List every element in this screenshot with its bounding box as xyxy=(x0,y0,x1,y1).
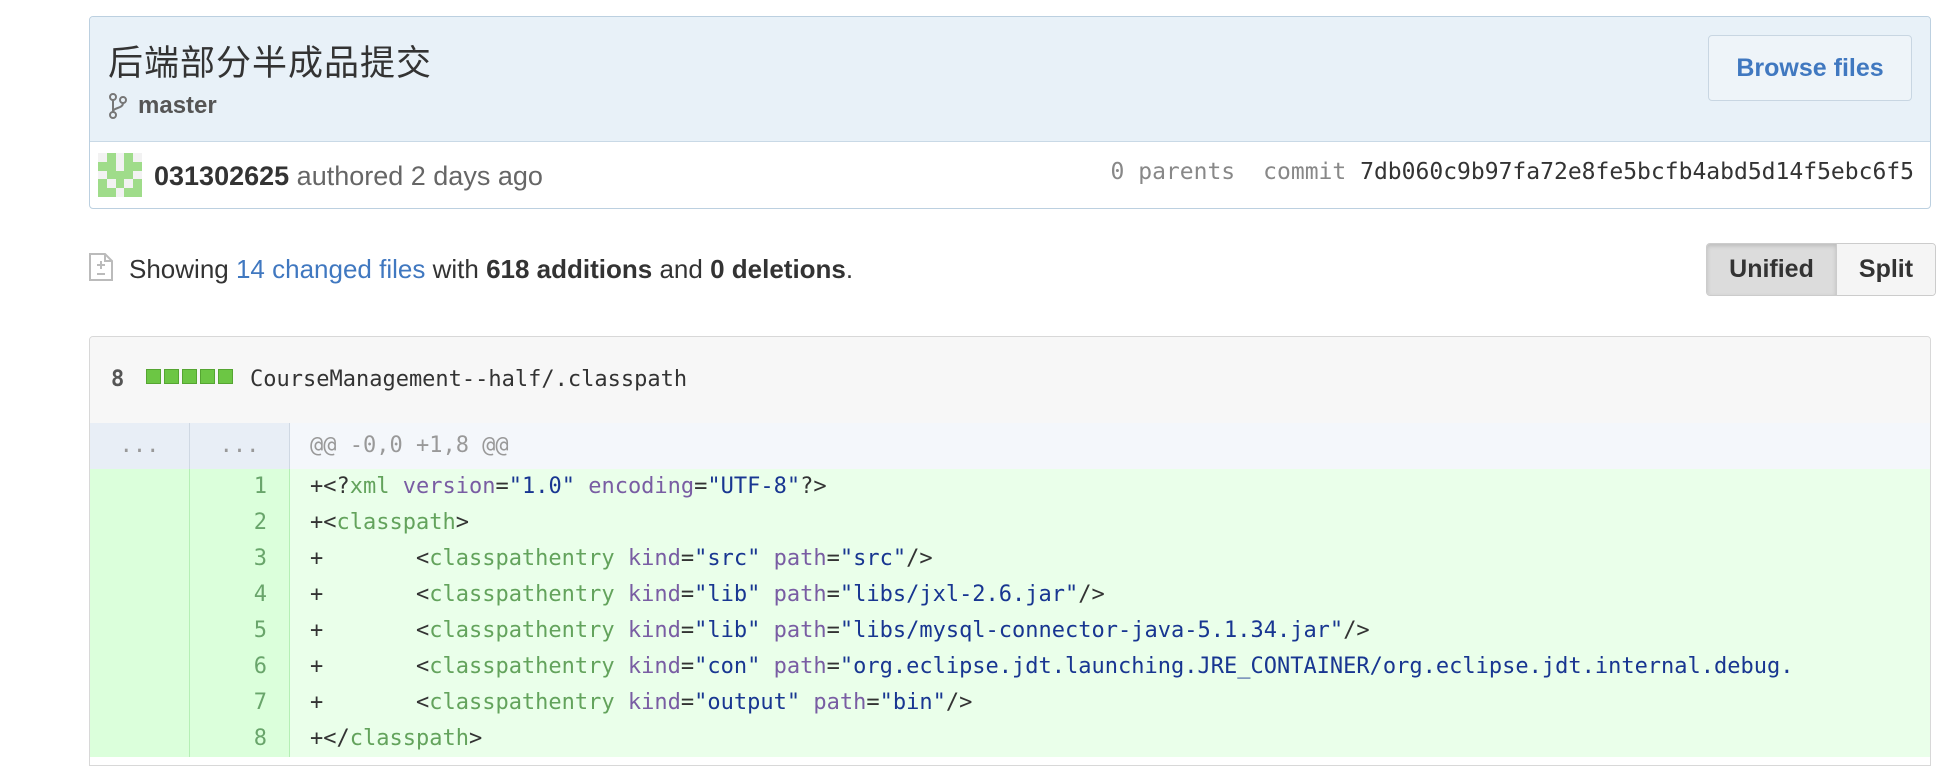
diff-line: 3 + <classpathentry kind="src" path="src… xyxy=(90,541,1930,577)
old-line-number[interactable] xyxy=(90,577,190,613)
author-line: 031302625 authored 2 days ago xyxy=(154,161,543,192)
code-line: + <classpathentry kind="src" path="src"/… xyxy=(290,541,1930,577)
new-line-number[interactable]: 2 xyxy=(190,505,290,541)
old-line-number[interactable] xyxy=(90,505,190,541)
file-diff: 8 CourseManagement--half/.classpath ... … xyxy=(89,336,1931,766)
author-name[interactable]: 031302625 xyxy=(154,161,289,191)
code-line: + <classpathentry kind="lib" path="libs/… xyxy=(290,577,1930,613)
diffstat-count: 8 xyxy=(111,367,125,392)
code-line: + <classpathentry kind="output" path="bi… xyxy=(290,685,1930,721)
split-button[interactable]: Split xyxy=(1837,244,1935,295)
commit-label: commit xyxy=(1263,159,1347,185)
with-text: with xyxy=(432,254,479,284)
hunk-expand-old[interactable]: ... xyxy=(90,423,190,469)
changed-files-link[interactable]: 14 changed files xyxy=(236,254,425,284)
new-line-number[interactable]: 6 xyxy=(190,649,290,685)
code-line: +<?xml version="1.0" encoding="UTF-8"?> xyxy=(290,469,1930,505)
hunk-expand-new[interactable]: ... xyxy=(190,423,290,469)
code-line: +</classpath> xyxy=(290,721,1930,757)
commit-label-sha: commit 7db060c9b97fa72e8fe5bcfb4abd5d14f… xyxy=(1263,159,1914,185)
hunk-row: ... ... @@ -0,0 +1,8 @@ xyxy=(90,423,1930,469)
commit-title: 后端部分半成品提交 xyxy=(108,44,433,84)
period-text: . xyxy=(845,254,854,284)
new-line-number[interactable]: 7 xyxy=(190,685,290,721)
diffstat-block xyxy=(200,369,215,384)
old-line-number[interactable] xyxy=(90,721,190,757)
new-line-number[interactable]: 5 xyxy=(190,613,290,649)
new-line-number[interactable]: 4 xyxy=(190,577,290,613)
diffstat-block xyxy=(182,369,197,384)
commit-sha-area: 0 parents commit 7db060c9b97fa72e8fe5bcf… xyxy=(1111,159,1914,185)
code-line: + <classpathentry kind="lib" path="libs/… xyxy=(290,613,1930,649)
new-line-number[interactable]: 3 xyxy=(190,541,290,577)
diffstat-bars xyxy=(146,369,233,384)
commit-header: 后端部分半成品提交 master Browse files xyxy=(90,17,1930,142)
diff-summary: Showing 14 changed files with 618 additi… xyxy=(129,254,853,285)
authored-time: authored 2 days ago xyxy=(296,161,543,191)
diffstat-block xyxy=(164,369,179,384)
diff-line: 2 +<classpath> xyxy=(90,505,1930,541)
code-line: +<classpath> xyxy=(290,505,1930,541)
diffstat-block xyxy=(218,369,233,384)
parents-count: 0 parents xyxy=(1110,159,1236,185)
deletions-count: 0 deletions xyxy=(710,254,846,284)
old-line-number[interactable] xyxy=(90,541,190,577)
commit-meta: 031302625 authored 2 days ago 0 parents … xyxy=(90,141,1930,208)
new-line-number[interactable]: 1 xyxy=(190,469,290,505)
file-header: 8 CourseManagement--half/.classpath xyxy=(90,337,1930,424)
avatar[interactable] xyxy=(98,153,142,197)
diff-line: 5 + <classpathentry kind="lib" path="lib… xyxy=(90,613,1930,649)
showing-text: Showing xyxy=(129,254,229,284)
old-line-number[interactable] xyxy=(90,469,190,505)
browse-files-button[interactable]: Browse files xyxy=(1708,35,1912,101)
and-text: and xyxy=(659,254,703,284)
branch-name[interactable]: master xyxy=(138,92,217,120)
diffstat-block xyxy=(146,369,161,384)
old-line-number[interactable] xyxy=(90,649,190,685)
commit-sha[interactable]: 7db060c9b97fa72e8fe5bcfb4abd5d14f5ebc6f5 xyxy=(1360,159,1914,185)
diff-line: 6 + <classpathentry kind="con" path="org… xyxy=(90,649,1930,685)
diff-line: 4 + <classpathentry kind="lib" path="lib… xyxy=(90,577,1930,613)
diff-line: 8 +</classpath> xyxy=(90,721,1930,757)
diff-line: 1 +<?xml version="1.0" encoding="UTF-8"?… xyxy=(90,469,1930,505)
file-path[interactable]: CourseManagement--half/.classpath xyxy=(250,367,687,392)
diff-body: ... ... @@ -0,0 +1,8 @@ 1 +<?xml version… xyxy=(90,423,1930,765)
additions-count: 618 additions xyxy=(486,254,653,284)
git-branch-icon xyxy=(109,93,127,119)
commit-box: 后端部分半成品提交 master Browse files 031302625 … xyxy=(89,16,1931,209)
branch-label[interactable]: master xyxy=(108,91,217,121)
hunk-header: @@ -0,0 +1,8 @@ xyxy=(290,423,1930,469)
old-line-number[interactable] xyxy=(90,613,190,649)
old-line-number[interactable] xyxy=(90,685,190,721)
unified-button[interactable]: Unified xyxy=(1707,244,1837,295)
file-diff-icon[interactable] xyxy=(88,252,114,282)
diff-view-toggle: Unified Split xyxy=(1706,243,1936,296)
new-line-number[interactable]: 8 xyxy=(190,721,290,757)
code-line: + <classpathentry kind="con" path="org.e… xyxy=(290,649,1930,685)
diff-line: 7 + <classpathentry kind="output" path="… xyxy=(90,685,1930,721)
